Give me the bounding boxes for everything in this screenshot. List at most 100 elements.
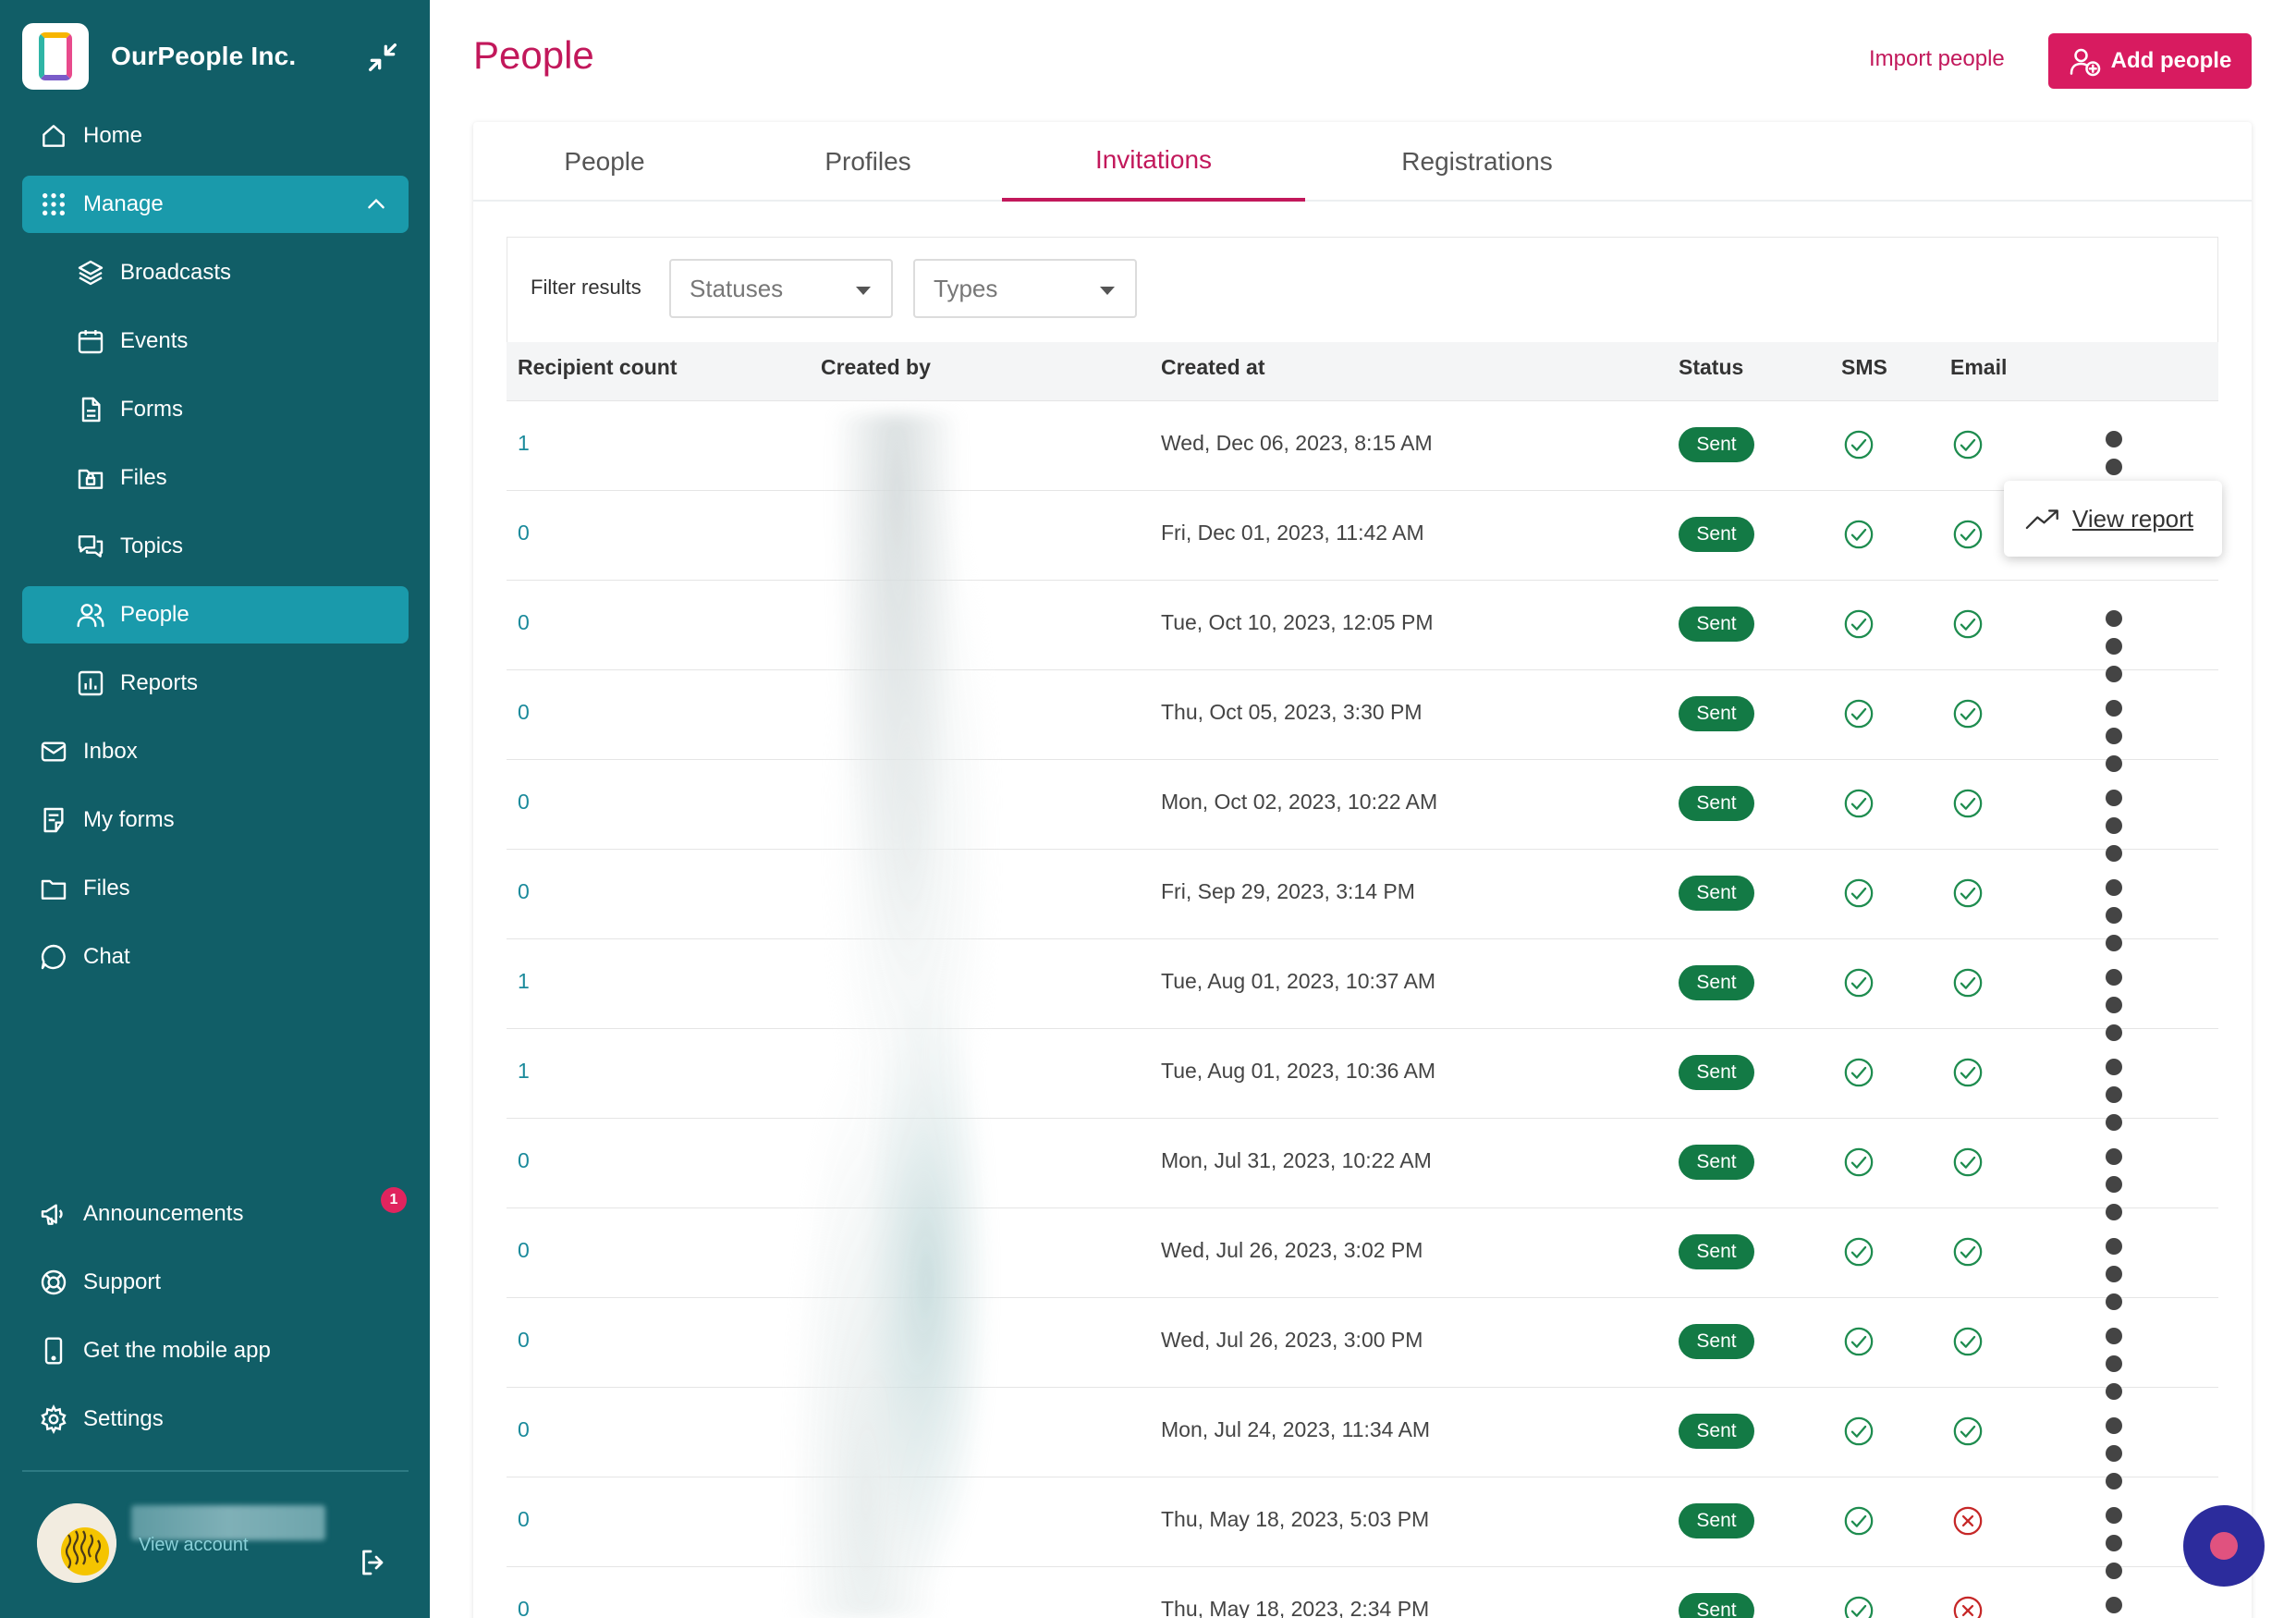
org-logo (22, 23, 89, 90)
row-menu-icon[interactable] (2100, 1232, 2128, 1310)
sms-check-icon (1843, 519, 1875, 550)
sms-check-icon (1843, 1236, 1875, 1268)
email-check-icon (1952, 608, 1984, 640)
row-actions-popover[interactable]: View report (2004, 481, 2222, 557)
created-at: Mon, Jul 24, 2023, 11:34 AM (1161, 1417, 1431, 1441)
row-menu-icon[interactable] (2100, 1591, 2128, 1618)
tab-invitations[interactable]: Invitations (1002, 122, 1305, 202)
status-badge: Sent (1679, 1593, 1754, 1618)
sms-check-icon (1843, 788, 1875, 819)
sidebar-item-manage[interactable]: Manage (22, 176, 409, 233)
sidebar-item-mobile-app[interactable]: Get the mobile app (22, 1322, 409, 1379)
recipient-count[interactable]: 0 (518, 879, 530, 904)
sms-check-icon (1843, 429, 1875, 460)
status-badge: Sent (1679, 1414, 1754, 1449)
row-menu-icon[interactable] (2100, 963, 2128, 1041)
column-status[interactable]: Status (1679, 355, 1743, 380)
logout-icon[interactable] (357, 1546, 390, 1579)
collapse-sidebar-icon[interactable] (364, 39, 401, 76)
add-people-label: Add people (2110, 48, 2232, 73)
column-created-at[interactable]: Created at (1161, 355, 1264, 380)
sidebar-item-people[interactable]: People (22, 586, 409, 644)
sidebar-item-label: Events (120, 328, 189, 353)
created-at: Wed, Jul 26, 2023, 3:02 PM (1161, 1238, 1423, 1262)
import-people-link[interactable]: Import people (1869, 46, 2005, 72)
row-menu-icon[interactable] (2100, 1412, 2128, 1489)
caret-down-icon (1100, 287, 1115, 295)
statuses-select[interactable]: Statuses (669, 259, 893, 318)
row-menu-icon[interactable] (2100, 694, 2128, 772)
recipient-count[interactable]: 0 (518, 1597, 530, 1618)
recipient-count[interactable]: 0 (518, 790, 530, 815)
row-menu-icon[interactable] (2100, 605, 2128, 682)
row-menu-icon[interactable] (2100, 874, 2128, 951)
recipient-count[interactable]: 1 (518, 431, 530, 456)
created-at: Mon, Jul 31, 2023, 10:22 AM (1161, 1148, 1432, 1172)
sidebar-item-label: Inbox (83, 739, 138, 764)
chat-launcher-button[interactable] (2183, 1505, 2265, 1587)
row-menu-icon[interactable] (2100, 1143, 2128, 1220)
row-menu-icon[interactable] (2100, 784, 2128, 862)
sidebar-item-inbox[interactable]: Inbox (22, 723, 409, 780)
recipient-count[interactable]: 1 (518, 1059, 530, 1084)
sidebar-item-support[interactable]: Support (22, 1254, 409, 1311)
caret-down-icon (856, 287, 871, 295)
column-email[interactable]: Email (1950, 355, 2007, 380)
email-check-icon (1952, 967, 1984, 999)
sidebar-item-label: Topics (120, 533, 184, 558)
sidebar-item-settings[interactable]: Settings (22, 1391, 409, 1448)
sidebar-item-home[interactable]: Home (22, 107, 409, 165)
column-created-by[interactable]: Created by (821, 355, 931, 380)
created-at: Wed, Dec 06, 2023, 8:15 AM (1161, 431, 1433, 455)
recipient-count[interactable]: 0 (518, 521, 530, 545)
email-check-icon (1952, 788, 1984, 819)
bar-chart-icon (78, 670, 104, 696)
sms-check-icon (1843, 1326, 1875, 1357)
row-menu-icon[interactable] (2100, 1322, 2128, 1400)
grid-icon (43, 193, 65, 215)
sidebar-item-broadcasts[interactable]: Broadcasts (22, 244, 409, 301)
sidebar-item-announcements[interactable]: Announcements (22, 1185, 409, 1243)
tab-registrations[interactable]: Registrations (1305, 122, 1649, 202)
view-report-link[interactable]: View report (2072, 505, 2193, 533)
recipient-count[interactable]: 0 (518, 700, 530, 725)
created-at: Thu, Oct 05, 2023, 3:30 PM (1161, 700, 1423, 724)
row-menu-icon[interactable] (2100, 1053, 2128, 1131)
add-people-button[interactable]: Add people (2048, 33, 2252, 89)
types-select[interactable]: Types (913, 259, 1137, 318)
view-account-link[interactable]: View account (139, 1535, 249, 1556)
email-check-icon (1952, 877, 1984, 909)
sidebar-item-my-forms[interactable]: My forms (22, 791, 409, 849)
created-at: Mon, Oct 02, 2023, 10:22 AM (1161, 790, 1438, 814)
sidebar-item-topics[interactable]: Topics (22, 518, 409, 575)
sidebar-item-label: Forms (120, 397, 183, 422)
sidebar-item-files-manage[interactable]: Files (22, 449, 409, 507)
sidebar-item-chat[interactable]: Chat (22, 928, 409, 986)
sms-check-icon (1843, 877, 1875, 909)
sidebar-item-events[interactable]: Events (22, 313, 409, 370)
recipient-count[interactable]: 0 (518, 1148, 530, 1173)
avatar[interactable] (37, 1503, 116, 1583)
sidebar-item-forms[interactable]: Forms (22, 381, 409, 438)
recipient-count[interactable]: 1 (518, 969, 530, 994)
column-recipient-count[interactable]: Recipient count (518, 355, 678, 380)
sidebar-item-reports[interactable]: Reports (22, 655, 409, 712)
recipient-count[interactable]: 0 (518, 1328, 530, 1353)
sidebar-item-files[interactable]: Files (22, 860, 409, 917)
recipient-count[interactable]: 0 (518, 1417, 530, 1442)
filter-label: Filter results (531, 276, 641, 299)
row-menu-icon[interactable] (2100, 1502, 2128, 1579)
tab-profiles[interactable]: Profiles (736, 122, 1000, 202)
tab-people[interactable]: People (473, 122, 736, 202)
org-name: OurPeople Inc. (111, 42, 297, 70)
recipient-count[interactable]: 0 (518, 1507, 530, 1532)
status-badge: Sent (1679, 965, 1754, 1000)
folder-lock-icon (78, 469, 104, 489)
column-sms[interactable]: SMS (1841, 355, 1887, 380)
chat-launcher-icon (2210, 1532, 2238, 1560)
account-section: View account (37, 1503, 407, 1587)
sidebar-item-label: Settings (83, 1406, 164, 1431)
recipient-count[interactable]: 0 (518, 610, 530, 635)
recipient-count[interactable]: 0 (518, 1238, 530, 1263)
row-menu-icon[interactable] (2100, 425, 2128, 503)
